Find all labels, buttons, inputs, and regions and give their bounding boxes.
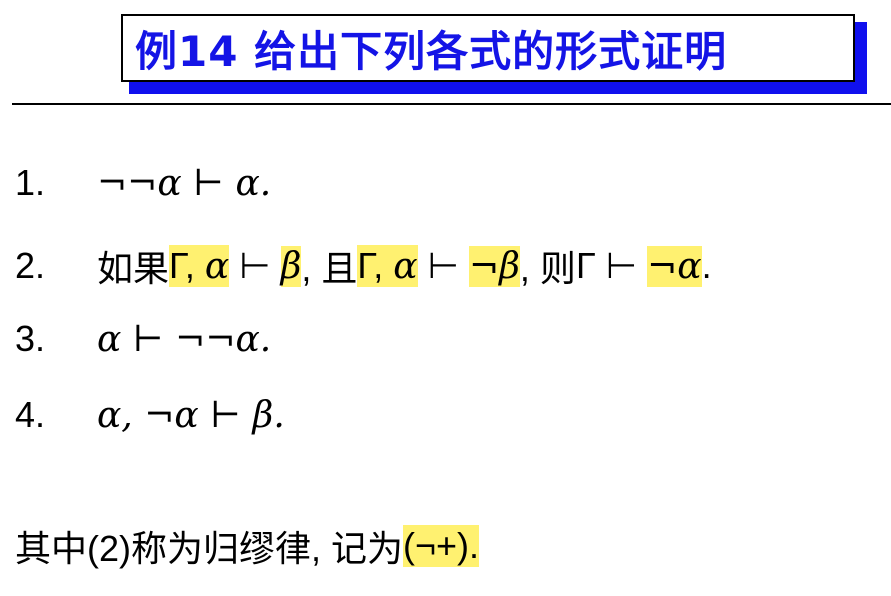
title-container: 例14 给出下列各式的形式证明 bbox=[121, 14, 867, 94]
turnstile: ⊢ bbox=[605, 245, 638, 287]
gamma: Γ, bbox=[169, 245, 195, 286]
list-item: 2. 如果 Γ, α ⊢ β , 且 Γ, α ⊢ ¬ β , 则 Γ ⊢ ¬ α … bbox=[15, 240, 712, 292]
text-then: , 则 bbox=[519, 248, 576, 289]
item-number: 1. bbox=[15, 162, 46, 203]
alpha: α bbox=[204, 246, 230, 287]
note-text: 其中(2)称为归缪律, 记为 bbox=[15, 528, 404, 569]
list-item: 3. α ⊢ ¬¬α. bbox=[15, 318, 271, 360]
alpha: α bbox=[393, 246, 418, 287]
horizontal-rule bbox=[12, 103, 891, 105]
gamma: Γ, bbox=[357, 245, 384, 286]
highlight-gamma-alpha-2: Γ, α bbox=[357, 245, 418, 287]
turnstile: ⊢ bbox=[427, 245, 459, 287]
item-number: 3. bbox=[15, 318, 46, 359]
page-title: 例14 给出下列各式的形式证明 bbox=[121, 14, 855, 82]
highlight-neg-1: ¬ bbox=[468, 245, 500, 287]
note-rule-highlight: (¬+). bbox=[403, 525, 480, 567]
item-number: 2. bbox=[15, 245, 46, 286]
item-formula: α ⊢ ¬¬α. bbox=[97, 318, 272, 360]
list-item: 4. α, ¬α ⊢ β. bbox=[15, 394, 285, 436]
item-formula: ¬¬α ⊢ α. bbox=[97, 162, 272, 204]
highlight-gamma-alpha-1: Γ, α bbox=[169, 245, 230, 287]
item-number: 4. bbox=[15, 394, 46, 435]
highlight-beta-1: β bbox=[280, 245, 302, 287]
turnstile: ⊢ bbox=[239, 245, 271, 287]
text-and: , 且 bbox=[301, 248, 358, 289]
note-line: 其中(2)称为归缪律, 记为 (¬+). bbox=[15, 520, 480, 572]
list-item: 1. ¬¬α ⊢ α. bbox=[15, 162, 271, 204]
period: . bbox=[701, 245, 712, 286]
item-formula: α, ¬α ⊢ β. bbox=[97, 394, 285, 436]
highlight-neg-2: ¬ bbox=[647, 245, 678, 287]
highlight-beta-2: β bbox=[499, 245, 520, 287]
text-if: 如果 bbox=[97, 248, 170, 289]
highlight-alpha-3: α bbox=[677, 245, 702, 287]
gamma: Γ bbox=[575, 245, 596, 286]
